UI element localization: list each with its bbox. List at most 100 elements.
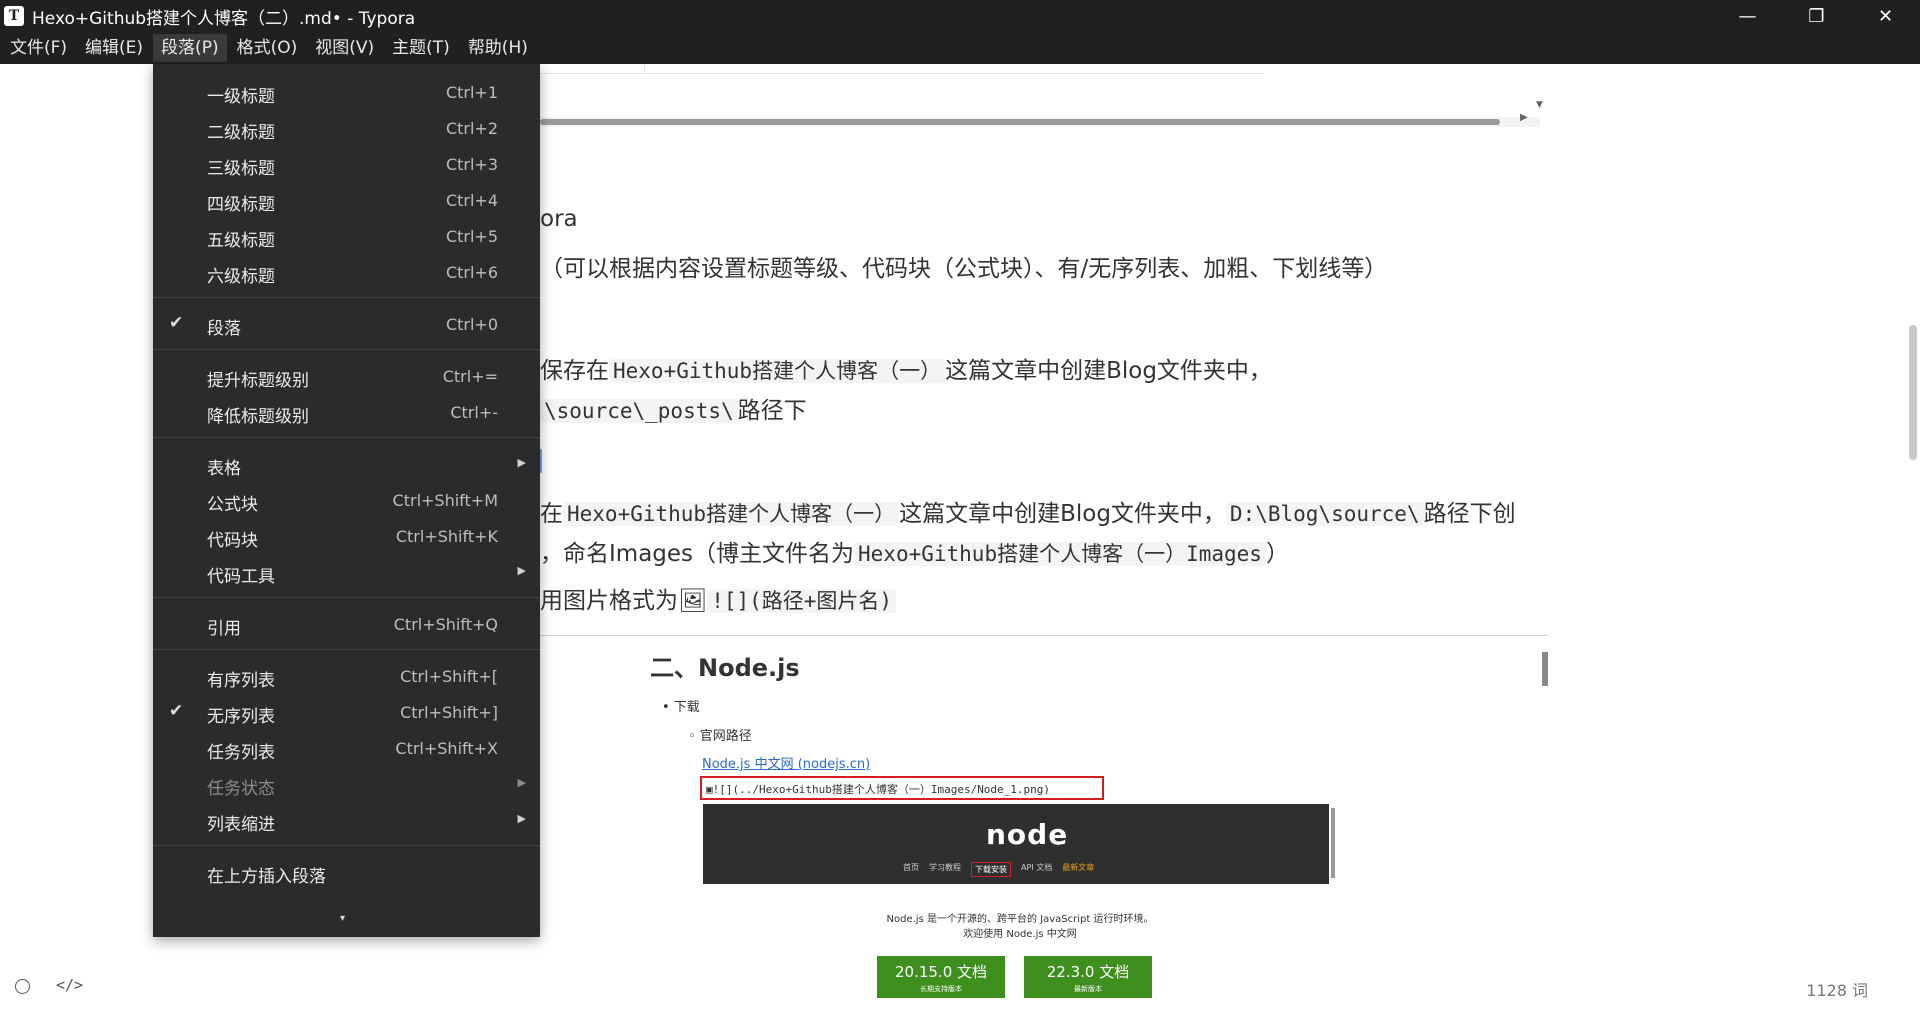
menu-item-promote-heading[interactable]: 提升标题级别 Ctrl+= [153,359,540,395]
menu-item-heading2[interactable]: 二级标题 Ctrl+2 [153,111,540,147]
menu-help[interactable]: 帮助(H) [460,34,536,62]
menu-separator [153,597,540,598]
menu-item-shortcut: Ctrl+0 [445,315,498,334]
menu-item-label: 六级标题 [207,267,275,287]
outline-toggle-icon[interactable] [15,979,30,994]
table-border [540,73,1264,74]
menu-item-shortcut: Ctrl+Shift+] [400,703,498,722]
menu-item-code-block[interactable]: 代码块 Ctrl+Shift+K [153,519,540,555]
menu-item-shortcut: Ctrl+Shift+M [392,491,498,510]
menu-item-math-block[interactable]: 公式块 Ctrl+Shift+M [153,483,540,519]
menu-item-quote[interactable]: 引用 Ctrl+Shift+Q [153,607,540,643]
doc-text-line: ora [540,206,578,232]
nodejs-nav: 首页 学习教程 下载安装 API 文档 最新文章 [903,862,1094,877]
menu-item-label: 一级标题 [207,87,275,107]
inline-code: Hexo+Github搭建个人博客（一）Images [854,542,1266,566]
maximize-button[interactable]: ❐ [1782,0,1851,32]
menu-item-label: 公式块 [207,495,258,515]
embed-highlighted-code: ▣![](../Hexo+Github搭建个人博客（一）Images/Node_… [700,776,1104,800]
scroll-right-icon[interactable]: ▶ [1520,112,1528,123]
title-bar: T Hexo+Github搭建个人博客（二）.md• - Typora — ❐ … [0,0,1920,32]
menu-item-unordered-list[interactable]: ✔ 无序列表 Ctrl+Shift+] [153,695,540,731]
image-icon: ▣ [706,783,713,796]
menu-item-label: 代码工具 [207,567,275,587]
embed-scrollbar [1542,652,1548,686]
embed-link: Node.js 中文网 (nodejs.cn) [702,757,871,772]
menu-theme[interactable]: 主题(T) [384,34,458,62]
doc-text-line: \source\_posts\ 路径下 [540,395,807,427]
menu-separator [153,845,540,846]
menu-view[interactable]: 视图(V) [307,34,382,62]
menu-format[interactable]: 格式(O) [229,34,306,62]
more-items-chevron-icon[interactable]: ▾ [340,913,345,924]
menu-item-task-list[interactable]: 任务列表 Ctrl+Shift+X [153,731,540,767]
menu-paragraph[interactable]: 段落(P) [153,34,227,62]
desc-line: Node.js 是一个开源的、跨平台的 JavaScript 运行时环境。 [886,914,1154,925]
menu-item-paragraph[interactable]: ✔ 段落 Ctrl+0 [153,307,540,343]
table-horizontal-scrollbar[interactable] [540,117,1540,127]
scroll-down-icon[interactable]: ▼ [1536,100,1543,110]
menu-item-label: 表格 [207,459,241,479]
source-code-mode-icon[interactable]: </> [56,976,83,994]
doc-text-line: ，命名Images（博主文件名为 Hexo+Github搭建个人博客（一）Imag… [540,538,1289,570]
menu-item-label: 列表缩进 [207,815,275,835]
menu-item-shortcut: Ctrl+1 [445,83,498,102]
text-span: ） [1265,541,1289,567]
menu-item-code-tools[interactable]: 代码工具 ▶ [153,555,540,591]
menu-item-insert-paragraph-above[interactable]: 在上方插入段落 [153,855,540,891]
minimize-button[interactable]: — [1713,0,1782,32]
menu-item-label: 任务状态 [207,779,275,799]
scrollbar-thumb[interactable] [540,119,1500,125]
vertical-scrollbar[interactable] [1909,325,1917,460]
menu-item-label: 降低标题级别 [207,407,309,427]
menu-item-ordered-list[interactable]: 有序列表 Ctrl+Shift+[ [153,659,540,695]
menu-item-label: 无序列表 [207,707,275,727]
menu-item-heading4[interactable]: 四级标题 Ctrl+4 [153,183,540,219]
text-span: 这篇文章中创建Blog文件夹中， [945,358,1272,384]
menu-item-heading3[interactable]: 三级标题 Ctrl+3 [153,147,540,183]
menu-bar: 文件(F) 编辑(E) 段落(P) 格式(O) 视图(V) 主题(T) 帮助(H… [0,32,1920,64]
menu-item-shortcut: Ctrl+5 [445,227,498,246]
embed-bullet: • 下载 [662,700,700,715]
submenu-arrow-icon: ▶ [517,776,526,789]
table-border [644,64,645,74]
btn-sub: 长期支持版本 [920,985,962,993]
image-icon: 🖼 [678,588,708,614]
nodejs-site-header: node 首页 学习教程 下载安装 API 文档 最新文章 [703,804,1329,884]
menu-item-table[interactable]: 表格 ▶ [153,447,540,483]
menu-item-list-indent[interactable]: 列表缩进 ▶ [153,803,540,839]
word-count[interactable]: 1128 词 [1806,977,1868,1001]
inline-code: \source\_posts\ [540,399,738,423]
embed-scrollbar [1331,808,1335,878]
menu-item-label: 在上方插入段落 [207,867,326,887]
text-span: 路径下 [737,398,807,424]
menu-item-heading1[interactable]: 一级标题 Ctrl+1 [153,75,540,111]
menu-item-label: 段落 [207,319,241,339]
desc-line: 欢迎使用 Node.js 中文网 [963,929,1077,940]
inline-code: Hexo+Github搭建个人博客（一） [609,359,946,383]
doc-text-line: 用图片格式为🖼 ![](路径+图片名) [540,585,897,617]
embedded-screenshot-image: 二、Node.js • 下载 ◦ 官网路径 Node.js 中文网 (nodej… [640,640,1550,1010]
menu-item-label: 提升标题级别 [207,371,309,391]
nodejs-lts-button: 20.15.0 文档 长期支持版本 [877,956,1005,998]
embed-code-text: ![](../Hexo+Github搭建个人博客（一）Images/Node_1… [712,783,1051,796]
nav-item: 学习教程 [929,863,961,872]
menu-item-label: 有序列表 [207,671,275,691]
menu-item-heading6[interactable]: 六级标题 Ctrl+6 [153,255,540,291]
nodejs-description: Node.js 是一个开源的、跨平台的 JavaScript 运行时环境。 欢迎… [840,912,1200,942]
menu-item-task-status: 任务状态 ▶ [153,767,540,803]
doc-text-line: （可以根据内容设置标题等级、代码块（公式块）、有/无序列表、加粗、下划线等） [540,256,1388,282]
doc-text-line: 在 Hexo+Github搭建个人博客（一） 这篇文章中创建Blog文件夹中， D:\… [540,498,1516,530]
menu-item-label: 二级标题 [207,123,275,143]
menu-file[interactable]: 文件(F) [2,34,75,62]
menu-item-shortcut: Ctrl+Shift+Q [393,615,498,634]
menu-item-heading5[interactable]: 五级标题 Ctrl+5 [153,219,540,255]
menu-item-demote-heading[interactable]: 降低标题级别 Ctrl+- [153,395,540,431]
menu-item-label: 五级标题 [207,231,275,251]
close-button[interactable]: ✕ [1851,0,1920,32]
menu-separator [153,297,540,298]
menu-item-shortcut: Ctrl+4 [445,191,498,210]
menu-item-shortcut: Ctrl+6 [445,263,498,282]
inline-code: Hexo+Github搭建个人博客（一） [563,502,900,526]
menu-edit[interactable]: 编辑(E) [77,34,151,62]
